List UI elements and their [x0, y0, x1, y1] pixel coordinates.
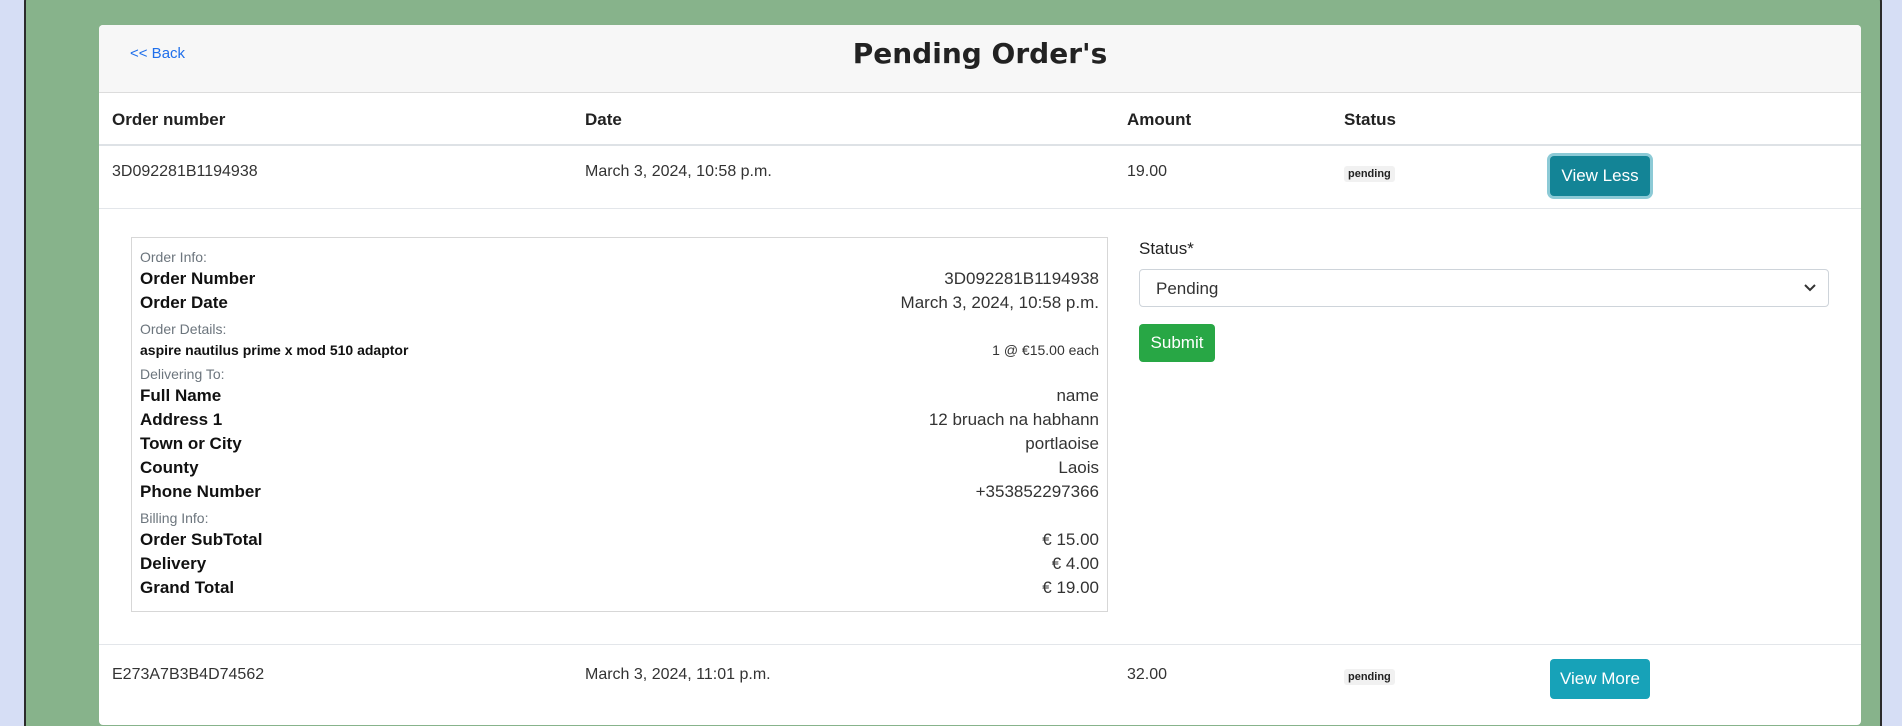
column-header-status: Status	[1344, 110, 1396, 129]
column-header-order-number: Order number	[112, 110, 226, 129]
address1-key: Address 1	[140, 410, 223, 429]
town-key: Town or City	[140, 434, 242, 453]
order-date-key: Order Date	[140, 293, 228, 312]
county-key: County	[140, 458, 199, 477]
view-more-button[interactable]: View More	[1550, 659, 1650, 699]
chevron-down-icon	[1804, 284, 1816, 292]
column-header-date: Date	[585, 110, 622, 129]
order-number-value: 3D092281B1194938	[944, 269, 1099, 288]
order-number-cell: E273A7B3B4D74562	[112, 666, 265, 683]
order-number-key: Order Number	[140, 269, 256, 288]
grand-total-key: Grand Total	[140, 578, 235, 597]
submit-button[interactable]: Submit	[1139, 324, 1215, 362]
order-details-label: Order Details:	[140, 321, 227, 337]
status-select-value: Pending	[1156, 279, 1219, 298]
phone-key: Phone Number	[140, 482, 261, 501]
address1-value: 12 bruach na habhann	[928, 410, 1099, 429]
table-header: Order number Date Amount Status	[99, 93, 1861, 146]
status-field-label: Status*	[1139, 239, 1194, 258]
grand-total-value: € 19.00	[1042, 578, 1099, 597]
table-row: E273A7B3B4D74562 March 3, 2024, 11:01 p.…	[99, 650, 1861, 712]
column-header-amount: Amount	[1127, 110, 1192, 129]
status-badge: pending	[1344, 166, 1395, 182]
item-name: aspire nautilus prime x mod 510 adaptor	[140, 342, 409, 358]
delivery-key: Delivery	[140, 554, 207, 573]
order-details-panel: Order Info: Order Number 3D092281B119493…	[131, 237, 1108, 612]
card-header: << Back Pending Order's	[99, 25, 1861, 93]
amount-cell: 32.00	[1127, 666, 1168, 683]
page-title: Pending Order's	[852, 37, 1108, 70]
delivering-label: Delivering To:	[140, 366, 225, 382]
order-info-label: Order Info:	[140, 249, 207, 265]
status-select[interactable]: Pending	[1139, 269, 1829, 307]
status-badge: pending	[1344, 669, 1395, 685]
table-row: 3D092281B1194938 March 3, 2024, 10:58 p.…	[99, 147, 1861, 209]
orders-card: << Back Pending Order's Order number Dat…	[99, 25, 1861, 725]
view-less-button[interactable]: View Less	[1550, 156, 1650, 196]
amount-cell: 19.00	[1127, 163, 1168, 180]
town-value: portlaoise	[1025, 434, 1099, 453]
delivery-value: € 4.00	[1051, 554, 1099, 573]
subtotal-key: Order SubTotal	[140, 530, 263, 549]
page-frame: << Back Pending Order's Order number Dat…	[24, 0, 1882, 726]
item-qty-price: 1 @ €15.00 each	[992, 342, 1099, 358]
date-cell: March 3, 2024, 11:01 p.m.	[585, 666, 771, 683]
county-value: Laois	[1058, 458, 1099, 477]
full-name-value: name	[1056, 386, 1099, 405]
row-divider	[99, 644, 1861, 645]
subtotal-value: € 15.00	[1042, 530, 1099, 549]
order-number-cell: 3D092281B1194938	[112, 163, 258, 180]
billing-label: Billing Info:	[140, 510, 209, 526]
phone-value: +353852297366	[975, 482, 1099, 501]
date-cell: March 3, 2024, 10:58 p.m.	[585, 163, 772, 180]
order-date-value: March 3, 2024, 10:58 p.m.	[900, 293, 1099, 312]
full-name-key: Full Name	[140, 386, 222, 405]
